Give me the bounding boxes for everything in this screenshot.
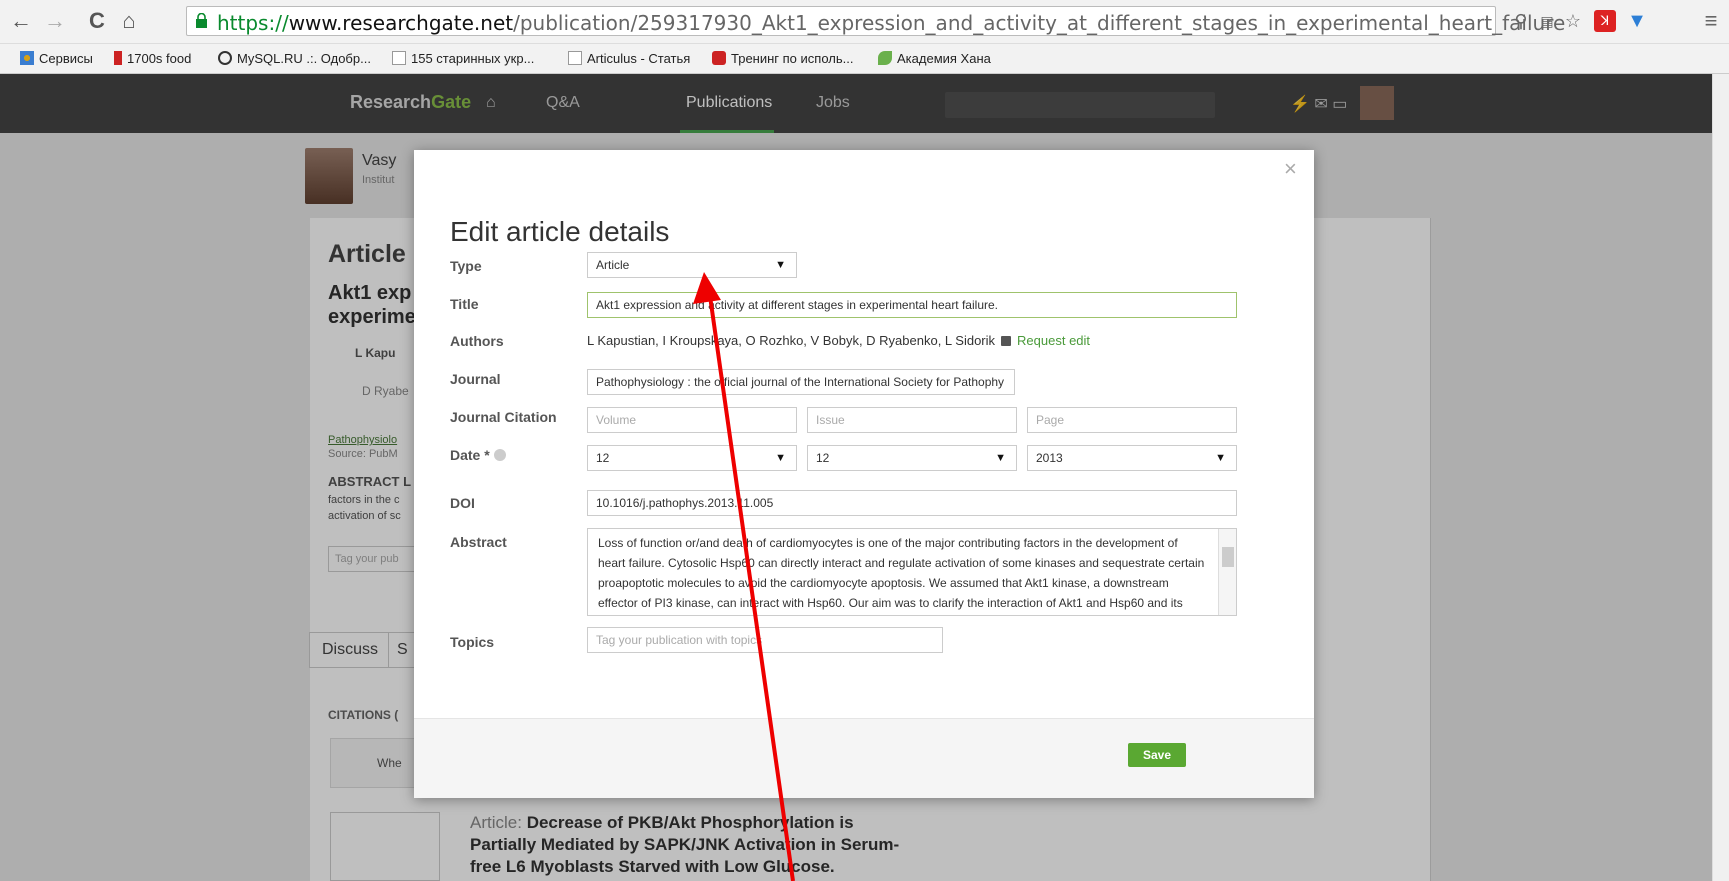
type-select[interactable]: Article ▼ [587,252,797,278]
title-input[interactable]: Akt1 expression and activity at differen… [587,292,1237,318]
menu-icon[interactable]: ≡ [1700,10,1722,32]
issue-input[interactable]: Issue [807,407,1017,433]
authors-label: Authors [450,333,504,349]
date-year-select[interactable]: 2013 ▼ [1027,445,1237,471]
journal-label: Journal [450,371,501,387]
abstract-scroll-thumb[interactable] [1222,547,1234,567]
modal-title: Edit article details [450,216,670,247]
bookmark-155[interactable]: 155 старинных укр... [392,50,534,68]
youtube-icon [712,51,726,65]
request-edit-link[interactable]: Request edit [1017,333,1090,348]
url-text: https://www.researchgate.net/publication… [217,11,1566,35]
date-label: Date * [450,447,506,463]
abstract-label: Abstract [450,534,507,550]
abstract-text: Loss of function or/and death of cardiom… [598,536,1205,610]
type-label: Type [450,258,482,274]
leaf-icon [878,51,892,65]
lock-icon [1001,336,1012,346]
dolphin-icon [218,51,232,65]
page-icon [568,51,582,65]
edit-article-modal: × Edit article details Type Article ▼ Tit… [414,150,1314,798]
apps-icon [20,51,34,65]
page-scrollbar[interactable] [1712,74,1729,881]
reload-icon[interactable]: C [82,6,112,36]
bookmarks-bar: Сервисы 1700s food MySQL.RU .:. Одобр...… [0,44,1729,74]
bookmark-articulus[interactable]: Articulus - Статья [568,50,690,68]
star-icon[interactable]: ☆ [1562,10,1584,32]
journal-citation-label: Journal Citation [450,409,557,425]
topics-input[interactable]: Tag your publication with topics [587,627,943,653]
bookmark-services[interactable]: Сервисы [20,50,93,68]
volume-input[interactable]: Volume [587,407,797,433]
forward-icon[interactable]: → [40,6,70,36]
bookmark-red-icon [114,51,122,65]
close-icon[interactable]: × [1284,158,1297,180]
extension-red-icon[interactable]: ꓘ [1594,10,1616,32]
doi-label: DOI [450,495,475,511]
dropdown-arrow-icon: ▼ [995,452,1006,464]
page-icon [392,51,406,65]
bookmark-khan[interactable]: Академия Хана [878,50,991,68]
back-icon[interactable]: ← [6,6,36,36]
browser-toolbar: ← → C ⌂ https://www.researchgate.net/pub… [0,0,1729,44]
translate-icon[interactable]: ▤ [1536,10,1558,32]
abstract-textarea[interactable]: Loss of function or/and death of cardiom… [587,528,1237,616]
info-icon[interactable] [493,449,506,461]
save-button[interactable]: Save [1128,743,1186,767]
doi-input[interactable]: 10.1016/j.pathophys.2013.11.005 [587,490,1237,516]
bookmark-mysql[interactable]: MySQL.RU .:. Одобр... [218,50,371,68]
page-input[interactable]: Page [1027,407,1237,433]
authors-value: L Kapustian, I Kroupskaya, O Rozhko, V B… [587,333,1091,348]
title-label: Title [450,296,479,312]
dropdown-arrow-icon: ▼ [775,452,786,464]
journal-input[interactable]: Pathophysiology : the official journal o… [587,369,1015,395]
bookmark-training[interactable]: Тренинг по исполь... [712,50,853,68]
dropdown-arrow-icon: ▼ [775,259,786,271]
abstract-scrollbar[interactable] [1218,529,1236,615]
modal-footer: Save [414,718,1314,798]
zoom-icon[interactable]: ⚲ [1510,10,1532,32]
address-bar[interactable]: https://www.researchgate.net/publication… [186,6,1565,36]
home-icon[interactable]: ⌂ [114,6,144,36]
date-day-select[interactable]: 12 ▼ [587,445,797,471]
bookmark-1700s-food[interactable]: 1700s food [114,50,191,68]
dropdown-arrow-icon: ▼ [1215,452,1226,464]
date-month-select[interactable]: 12 ▼ [807,445,1017,471]
lock-icon [196,13,207,28]
shield-icon[interactable]: ▼ [1626,10,1648,32]
topics-label: Topics [450,634,495,650]
